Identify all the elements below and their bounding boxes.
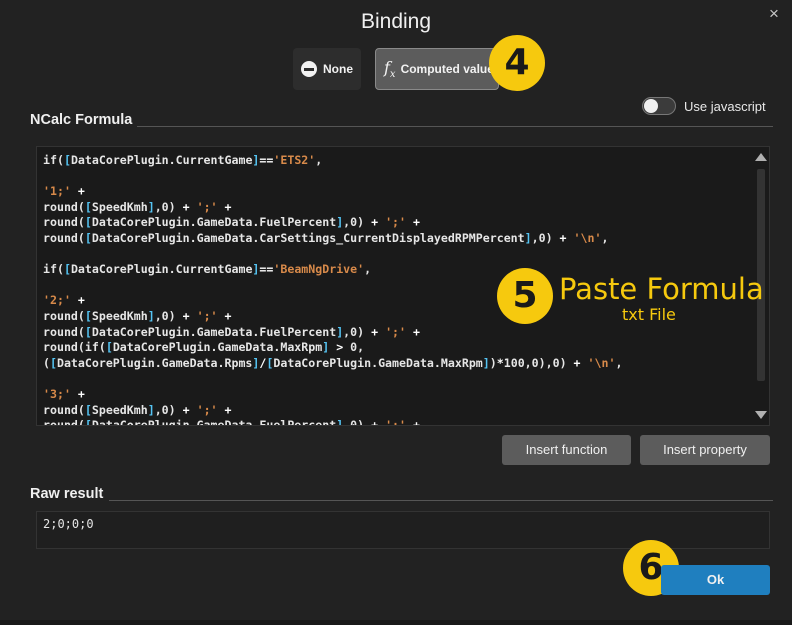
code-line: round([SpeedKmh],0) + ';' + [43, 308, 232, 323]
dialog-title: Binding [360, 10, 432, 33]
mode-computed-label: Computed value [400, 62, 494, 76]
code-line: round([DataCorePlugin.GameData.CarSettin… [43, 230, 609, 245]
step-5-badge: 5 [497, 268, 553, 324]
mode-computed-button[interactable]: fx Computed value [375, 48, 499, 90]
code-line: '2;' + [43, 293, 85, 308]
toggle-knob [644, 99, 658, 113]
mode-none-label: None [323, 62, 353, 76]
function-icon: fx [384, 57, 396, 81]
raw-result-divider [109, 500, 773, 501]
code-line: round([SpeedKmh],0) + ';' + [43, 402, 232, 417]
use-javascript-label: Use javascript [684, 98, 766, 114]
ok-button[interactable]: Ok [661, 565, 770, 595]
insert-function-button[interactable]: Insert function [502, 435, 631, 465]
use-javascript-toggle[interactable]: Use javascript [642, 97, 766, 115]
code-line: if([DataCorePlugin.CurrentGame]=='BeamNg… [43, 262, 372, 277]
raw-result-value: 2;0;0;0 [43, 517, 94, 531]
code-line: '3;' + [43, 386, 85, 401]
paste-formula-annotation: Paste Formula [559, 272, 764, 306]
raw-result-title: Raw result [30, 486, 104, 502]
code-line: '1;' + [43, 184, 85, 199]
no-entry-icon [301, 61, 317, 77]
scroll-up-arrow-icon[interactable] [755, 153, 767, 161]
ncalc-section-divider [137, 126, 773, 127]
code-line: round([DataCorePlugin.GameData.FuelPerce… [43, 324, 420, 339]
bottom-bar [0, 620, 792, 625]
toggle-switch[interactable] [642, 97, 676, 115]
step-4-badge: 4 [489, 35, 545, 91]
code-line: round([DataCorePlugin.GameData.FuelPerce… [43, 418, 420, 426]
txt-file-annotation: txt File [622, 305, 676, 324]
ncalc-section-title: NCalc Formula [30, 112, 133, 128]
code-line: round(if([DataCorePlugin.GameData.MaxRpm… [43, 340, 365, 355]
code-line: if([DataCorePlugin.CurrentGame]=='ETS2', [43, 153, 323, 167]
mode-none-button[interactable]: None [293, 48, 361, 90]
scroll-down-arrow-icon[interactable] [755, 411, 767, 419]
code-line: round([SpeedKmh],0) + ';' + [43, 199, 232, 214]
code-line: round([DataCorePlugin.GameData.FuelPerce… [43, 215, 420, 230]
code-line: ([DataCorePlugin.GameData.Rpms]/[DataCor… [43, 355, 623, 370]
insert-property-button[interactable]: Insert property [640, 435, 770, 465]
close-icon[interactable]: × [764, 4, 784, 24]
